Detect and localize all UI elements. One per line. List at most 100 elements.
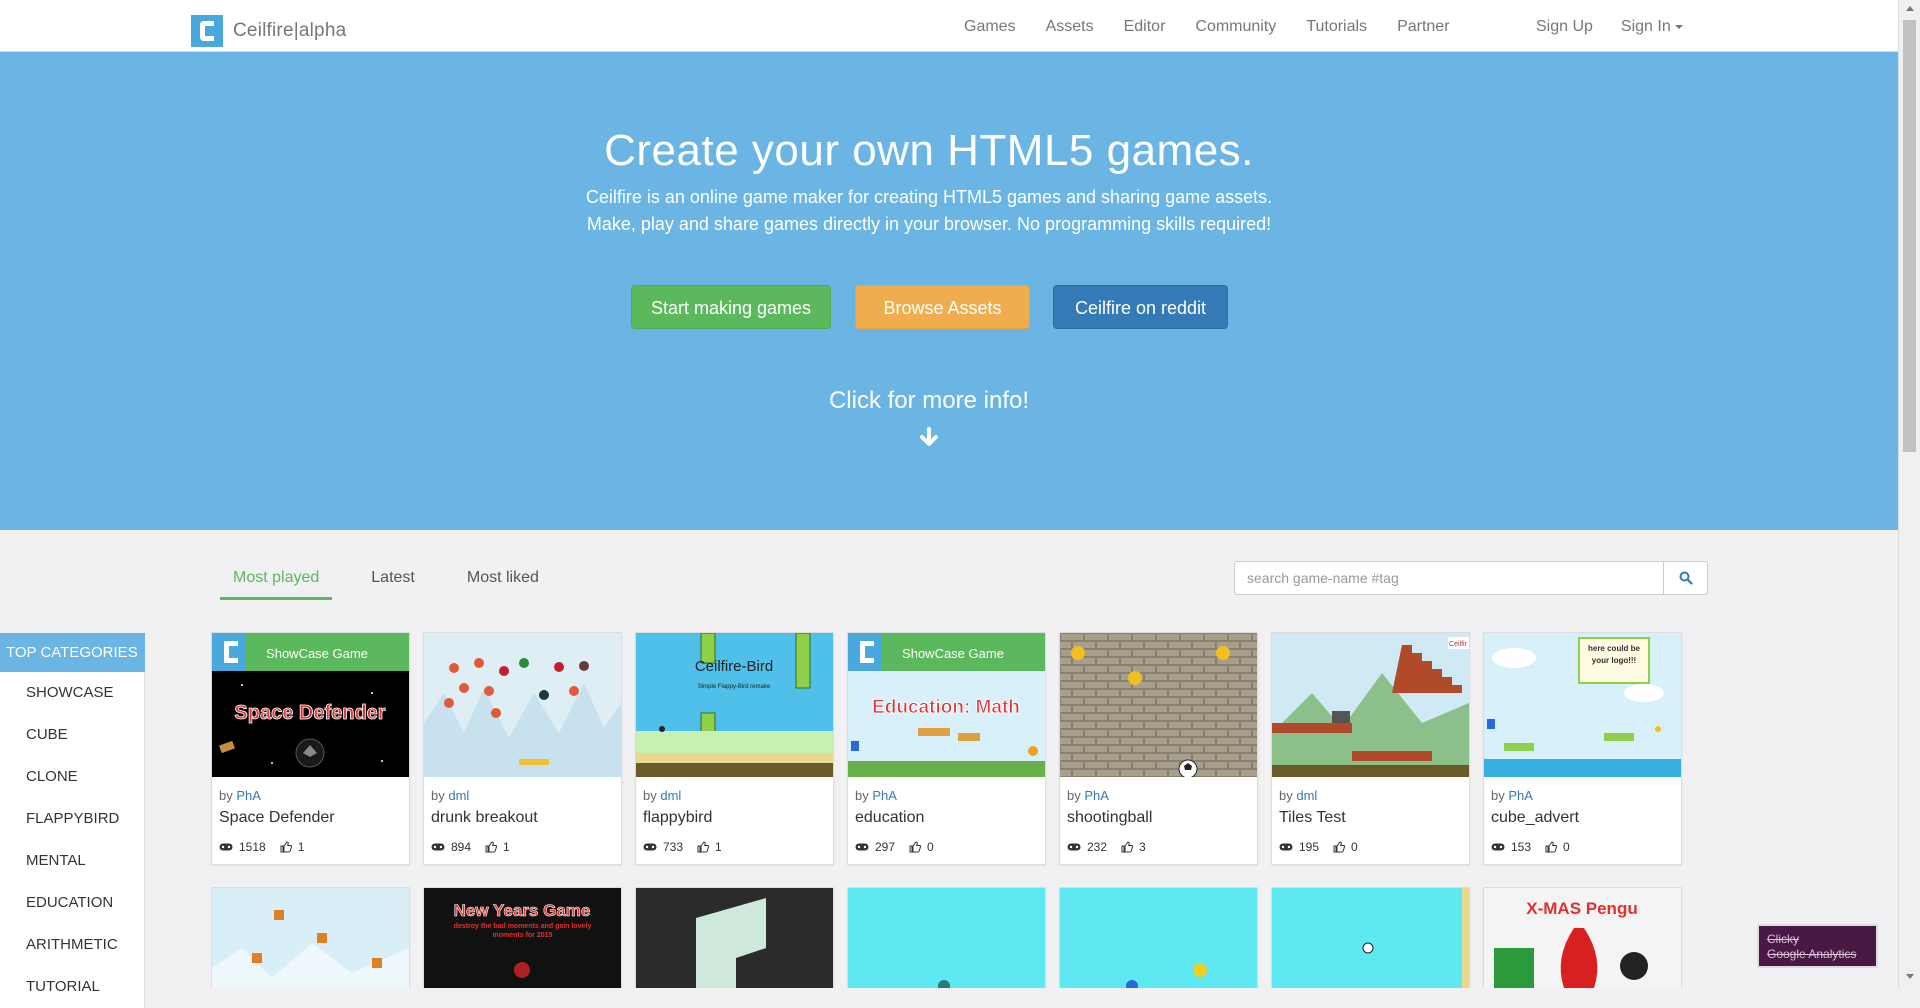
game-card[interactable]: by PhA shootingball 232 3 — [1059, 632, 1258, 865]
game-card[interactable]: X-MAS Pengu — [1483, 887, 1682, 988]
search-input[interactable] — [1234, 561, 1664, 595]
thumbs-up-icon[interactable] — [1121, 841, 1134, 853]
game-thumbnail[interactable]: Ceilfir — [1272, 633, 1469, 777]
game-title[interactable]: education — [855, 809, 924, 827]
game-card[interactable] — [847, 887, 1046, 988]
game-thumbnail[interactable]: Ceilfire-Bird Simple Flappy-Bird remake — [636, 633, 833, 777]
thumb-banner: ShowCase Game — [266, 646, 368, 661]
by-label: by — [431, 788, 445, 803]
thumbs-up-icon[interactable] — [280, 841, 292, 853]
nav-assets[interactable]: Assets — [1046, 18, 1094, 36]
game-card[interactable]: New Years Game destroy the bad moments a… — [423, 887, 622, 988]
game-title[interactable]: shootingball — [1067, 809, 1152, 827]
reddit-button[interactable]: Ceilfire on reddit — [1053, 285, 1228, 329]
category-clone[interactable]: CLONE — [0, 756, 144, 798]
game-card[interactable]: ShowCase Game Education: Math by PhA edu… — [847, 632, 1046, 865]
search-button[interactable] — [1664, 561, 1708, 595]
game-card[interactable]: here could be your logo!!! by PhA cube_a… — [1483, 632, 1682, 865]
game-thumbnail[interactable]: X-MAS Pengu — [1484, 888, 1681, 988]
brand-link[interactable]: Ceilfire|alpha — [191, 15, 346, 47]
game-thumbnail[interactable]: ShowCase Game Space Defender — [212, 633, 409, 777]
author-link[interactable]: PhA — [1084, 788, 1109, 803]
game-card[interactable]: ShowCase Game Space Defender by PhA Spac… — [211, 632, 410, 865]
play-count: 195 — [1299, 840, 1320, 854]
category-education[interactable]: EDUCATION — [0, 882, 144, 924]
category-showcase[interactable]: SHOWCASE — [0, 672, 144, 714]
game-grid-row-2: New Years Game destroy the bad moments a… — [211, 887, 1691, 988]
sign-in-dropdown[interactable]: Sign In — [1621, 18, 1683, 36]
like-count: 1 — [297, 840, 305, 854]
scroll-thumb[interactable] — [1903, 20, 1916, 452]
nav-games[interactable]: Games — [964, 18, 1016, 36]
category-cube[interactable]: CUBE — [0, 714, 144, 756]
scroll-up-arrow-icon[interactable] — [1906, 6, 1914, 11]
by-label: by — [1067, 788, 1081, 803]
like-count: 0 — [1563, 840, 1570, 854]
nav-editor[interactable]: Editor — [1124, 18, 1166, 36]
game-thumbnail[interactable] — [636, 888, 833, 988]
more-info-link[interactable]: Click for more info! — [0, 387, 1858, 415]
game-card[interactable]: by dml drunk breakout 894 1 — [423, 632, 622, 865]
game-thumbnail[interactable]: here could be your logo!!! — [1484, 633, 1681, 777]
game-thumbnail[interactable]: ShowCase Game Education: Math — [848, 633, 1045, 777]
nav-community[interactable]: Community — [1195, 18, 1276, 36]
sign-up-link[interactable]: Sign Up — [1536, 18, 1593, 36]
thumb-banner: ShowCase Game — [902, 646, 1004, 661]
thumbs-up-icon[interactable] — [697, 841, 710, 853]
author-link[interactable]: PhA — [1508, 788, 1533, 803]
by-label: by — [219, 788, 233, 803]
arrow-down-icon[interactable] — [918, 427, 940, 449]
thumb-title: Ceilfire-Bird — [695, 658, 773, 675]
gamepad-icon — [1279, 843, 1293, 851]
thumbs-up-icon[interactable] — [1545, 841, 1558, 853]
badge-line-2: Google Analytics — [1767, 947, 1857, 961]
thumbs-up-icon[interactable] — [485, 841, 498, 853]
start-making-games-button[interactable]: Start making games — [631, 285, 831, 329]
game-thumbnail[interactable] — [1060, 633, 1257, 777]
game-card[interactable] — [1271, 887, 1470, 988]
game-thumbnail[interactable] — [848, 888, 1045, 988]
game-title[interactable]: drunk breakout — [431, 809, 538, 827]
nav-partner[interactable]: Partner — [1397, 18, 1449, 36]
tab-latest[interactable]: Latest — [358, 569, 428, 600]
game-title[interactable]: Tiles Test — [1279, 809, 1346, 827]
game-title[interactable]: Space Defender — [219, 809, 335, 827]
category-flappybird[interactable]: FLAPPYBIRD — [0, 798, 144, 840]
tab-most-played[interactable]: Most played — [220, 569, 333, 600]
thumb-subtitle: Simple Flappy-Bird remake — [698, 684, 771, 690]
game-thumbnail[interactable]: New Years Game destroy the bad moments a… — [424, 888, 621, 988]
game-card[interactable]: Ceilfir by dml Tiles Test 195 0 — [1271, 632, 1470, 865]
author-link[interactable]: dml — [1296, 788, 1317, 803]
tab-most-liked[interactable]: Most liked — [454, 569, 552, 600]
category-mental[interactable]: MENTAL — [0, 840, 144, 882]
game-title[interactable]: flappybird — [643, 809, 712, 827]
game-thumbnail[interactable] — [1060, 888, 1257, 988]
game-thumbnail[interactable] — [1272, 888, 1469, 988]
author-link[interactable]: dml — [448, 788, 469, 803]
game-title[interactable]: cube_advert — [1491, 809, 1579, 827]
author-link[interactable]: PhA — [872, 788, 897, 803]
by-label: by — [643, 788, 657, 803]
game-card[interactable] — [635, 887, 834, 988]
scroll-down-arrow-icon[interactable] — [1906, 974, 1914, 979]
analytics-badge[interactable]: Clicky Google Analytics — [1757, 924, 1878, 968]
thumbs-up-icon[interactable] — [1333, 841, 1346, 853]
author-link[interactable]: PhA — [236, 788, 261, 803]
thumb-title: Space Defender — [234, 702, 385, 724]
category-tutorial[interactable]: TUTORIAL — [0, 966, 144, 1008]
game-thumbnail[interactable] — [424, 633, 621, 777]
game-card[interactable]: Ceilfire-Bird Simple Flappy-Bird remake … — [635, 632, 834, 865]
game-thumbnail[interactable] — [212, 888, 409, 988]
hero-banner: Create your own HTML5 games. Ceilfire is… — [0, 52, 1898, 530]
category-arithmetic[interactable]: ARITHMETIC — [0, 924, 144, 966]
author-link[interactable]: dml — [660, 788, 681, 803]
nav-tutorials[interactable]: Tutorials — [1306, 18, 1367, 36]
thumbs-up-icon[interactable] — [909, 841, 922, 853]
game-stats: 894 1 — [431, 840, 524, 854]
game-card[interactable] — [1059, 887, 1258, 988]
browse-assets-button[interactable]: Browse Assets — [855, 285, 1030, 329]
search-icon — [1679, 571, 1693, 585]
author-line: by PhA — [219, 788, 261, 803]
page-scrollbar[interactable] — [1898, 0, 1920, 988]
game-card[interactable] — [211, 887, 410, 988]
